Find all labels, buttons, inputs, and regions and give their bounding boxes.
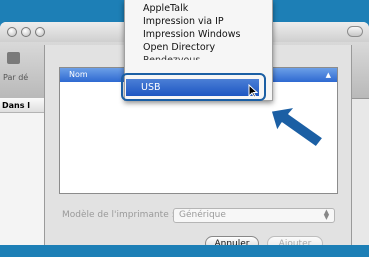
close-button[interactable] <box>7 27 17 37</box>
printer-model-label: Modèle de l'imprimante : <box>62 210 175 220</box>
minimize-button[interactable] <box>21 27 31 37</box>
menu-item-ip-printing[interactable]: Impression via IP <box>143 16 224 27</box>
side-column-header: Dans l <box>0 98 44 113</box>
menu-item-windows-printing[interactable]: Impression Windows <box>143 29 240 40</box>
printer-model-value: Générique <box>179 210 226 220</box>
desktop-bottom <box>0 245 369 257</box>
pointer-arrow-icon <box>270 106 324 148</box>
zoom-button[interactable] <box>35 27 45 37</box>
menu-item-open-directory[interactable]: Open Directory <box>143 42 215 53</box>
sort-arrow-icon: ▲ <box>325 71 331 79</box>
toolbar-label: Par dé <box>3 73 29 82</box>
usb-highlight-frame <box>121 73 266 101</box>
printer-icon[interactable] <box>7 52 20 64</box>
name-column-label: Nom <box>69 70 88 79</box>
mouse-pointer-icon <box>248 84 258 98</box>
toolbar-toggle-button[interactable] <box>347 26 363 37</box>
menu-item-rendezvous[interactable]: Rendezvous <box>143 55 200 60</box>
side-column: Dans l <box>0 98 45 245</box>
menu-item-appletalk[interactable]: AppleTalk <box>143 3 188 14</box>
printer-model-select[interactable]: Générique ▲ ▼ <box>173 208 335 223</box>
select-stepper-icon: ▲ ▼ <box>323 208 330 221</box>
